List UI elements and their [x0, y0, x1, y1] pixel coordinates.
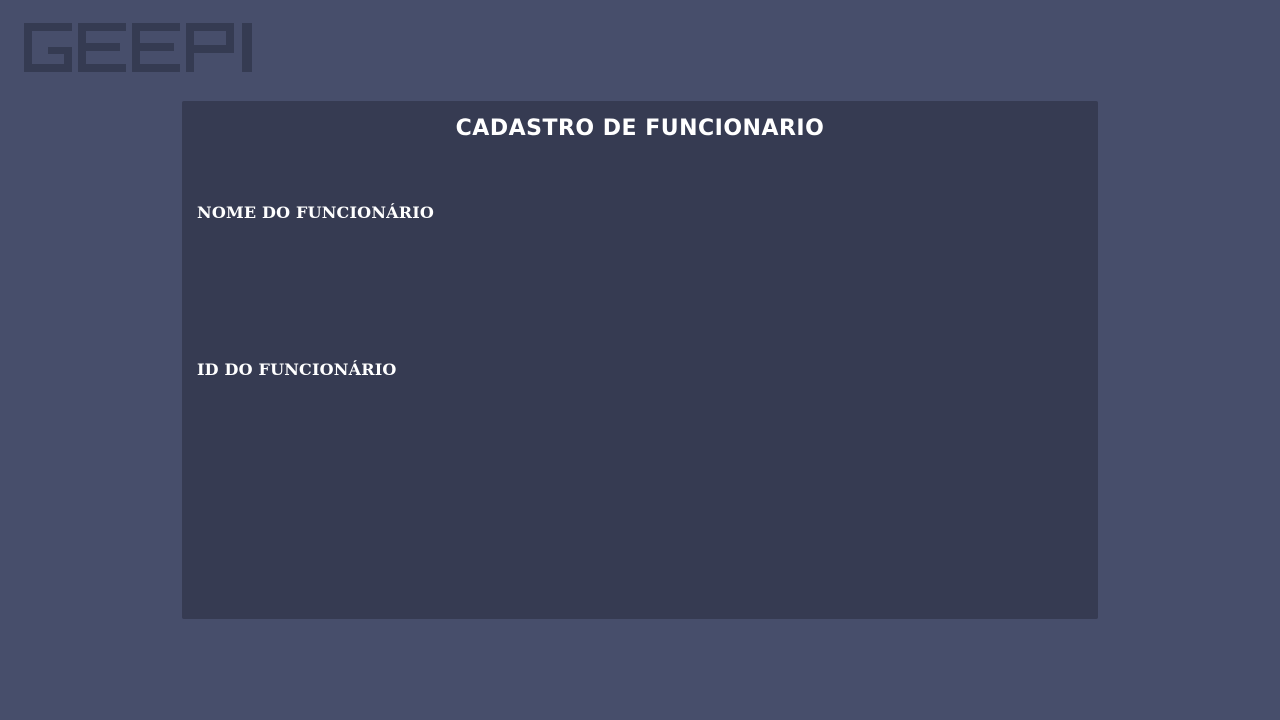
employee-id-label: ID DO FUNCIONÁRIO — [197, 360, 397, 379]
employee-name-label: NOME DO FUNCIONÁRIO — [197, 203, 435, 222]
employee-id-input[interactable] — [197, 388, 1077, 422]
geepi-logo — [24, 23, 252, 72]
form-title: CADASTRO DE FUNCIONARIO — [455, 116, 825, 141]
employee-name-input[interactable] — [197, 231, 1077, 265]
employee-registration-panel: CADASTRO DE FUNCIONARIO NOME DO FUNCIONÁ… — [182, 101, 1098, 619]
